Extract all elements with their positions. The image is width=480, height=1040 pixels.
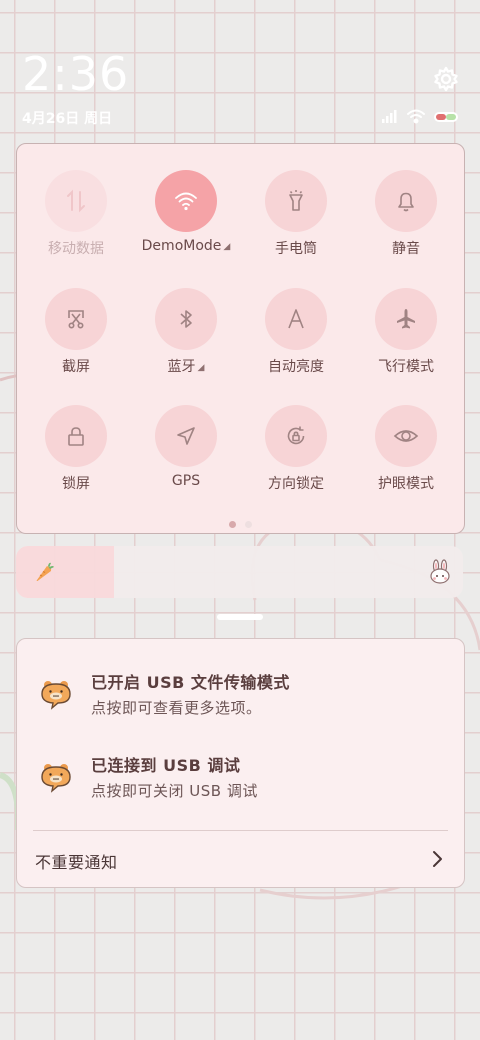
minor-notifications-link[interactable]: 不重要通知: [35, 849, 118, 873]
wifi-icon: [155, 170, 217, 232]
screenshot-icon: [45, 288, 107, 350]
tile-flashlight[interactable]: 手电筒: [241, 170, 351, 270]
tile-demomode[interactable]: DemoMode ◢: [131, 170, 241, 270]
page-dot: [245, 521, 252, 528]
brightness-fill: [16, 546, 115, 598]
bear-app-icon: [41, 681, 71, 710]
wifi-status-icon: [407, 109, 425, 124]
notification-title: 已开启 USB 文件传输模式: [91, 673, 290, 692]
quick-settings-panel: 移动数据 DemoMode ◢ 手电筒 静音 截屏 蓝牙 ◢ 自动亮度 飞行模式…: [16, 143, 465, 534]
tile-bluetooth[interactable]: 蓝牙 ◢: [131, 288, 241, 388]
tile-label: 静音: [392, 241, 420, 257]
battery-icon: [434, 112, 458, 122]
bunny-icon: [430, 559, 450, 584]
page-dot-active: [229, 521, 236, 528]
tile-silent[interactable]: 静音: [351, 170, 461, 270]
tile-label: 锁屏: [62, 476, 90, 492]
tile-label: GPS: [171, 473, 201, 489]
tile-label: 手电筒: [275, 241, 317, 257]
auto-brightness-icon: [265, 288, 327, 350]
chevron-right-icon[interactable]: [430, 849, 444, 869]
tile-rotation-lock[interactable]: 方向锁定: [241, 405, 351, 505]
tile-label: 飞行模式: [378, 359, 434, 375]
tile-screenshot[interactable]: 截屏: [21, 288, 131, 388]
airplane-icon: [375, 288, 437, 350]
notification-panel: 已开启 USB 文件传输模式 点按即可查看更多选项。 已连接到 USB 调试 点…: [16, 638, 465, 888]
location-arrow-icon: [155, 405, 217, 467]
tile-eye-comfort[interactable]: 护眼模式: [351, 405, 461, 505]
carrot-icon: [36, 562, 54, 581]
tile-label: 截屏: [62, 359, 90, 375]
notification-body: 点按即可关闭 USB 调试: [91, 782, 258, 800]
tile-mobile-data[interactable]: 移动数据: [21, 170, 131, 270]
notification-body: 点按即可查看更多选项。: [91, 699, 262, 717]
status-icons: [382, 109, 458, 124]
page-indicator: [229, 521, 259, 531]
settings-gear-icon[interactable]: [433, 66, 459, 92]
bear-app-icon: [41, 764, 71, 793]
notification-usb-transfer[interactable]: 已开启 USB 文件传输模式 点按即可查看更多选项。: [17, 669, 464, 729]
tile-label: 方向锁定: [268, 476, 324, 492]
tile-label: DemoMode: [141, 238, 222, 254]
mobile-data-icon: [45, 170, 107, 232]
signal-icon: [382, 110, 397, 123]
divider: [33, 830, 448, 831]
tile-label: 自动亮度: [268, 359, 324, 375]
drag-handle[interactable]: [217, 614, 263, 620]
tile-airplane-mode[interactable]: 飞行模式: [351, 288, 461, 388]
tile-gps[interactable]: GPS: [131, 405, 241, 505]
dropdown-triangle-icon: ◢: [223, 242, 231, 252]
clock[interactable]: 2:36: [22, 48, 129, 100]
dropdown-triangle-icon: ◢: [197, 363, 205, 373]
notification-title: 已连接到 USB 调试: [91, 756, 241, 775]
bluetooth-icon: [155, 288, 217, 350]
notification-usb-debugging[interactable]: 已连接到 USB 调试 点按即可关闭 USB 调试: [17, 752, 464, 812]
tile-label: 护眼模式: [378, 476, 434, 492]
lock-icon: [45, 405, 107, 467]
bell-icon: [375, 170, 437, 232]
tile-label: 移动数据: [48, 241, 104, 257]
eye-icon: [375, 405, 437, 467]
flashlight-icon: [265, 170, 327, 232]
brightness-slider[interactable]: [16, 546, 463, 598]
date-label[interactable]: 4月26日 周日: [22, 108, 112, 128]
tile-label: 蓝牙: [167, 359, 196, 375]
rotation-lock-icon: [265, 405, 327, 467]
tile-auto-brightness[interactable]: 自动亮度: [241, 288, 351, 388]
tile-lock-screen[interactable]: 锁屏: [21, 405, 131, 505]
